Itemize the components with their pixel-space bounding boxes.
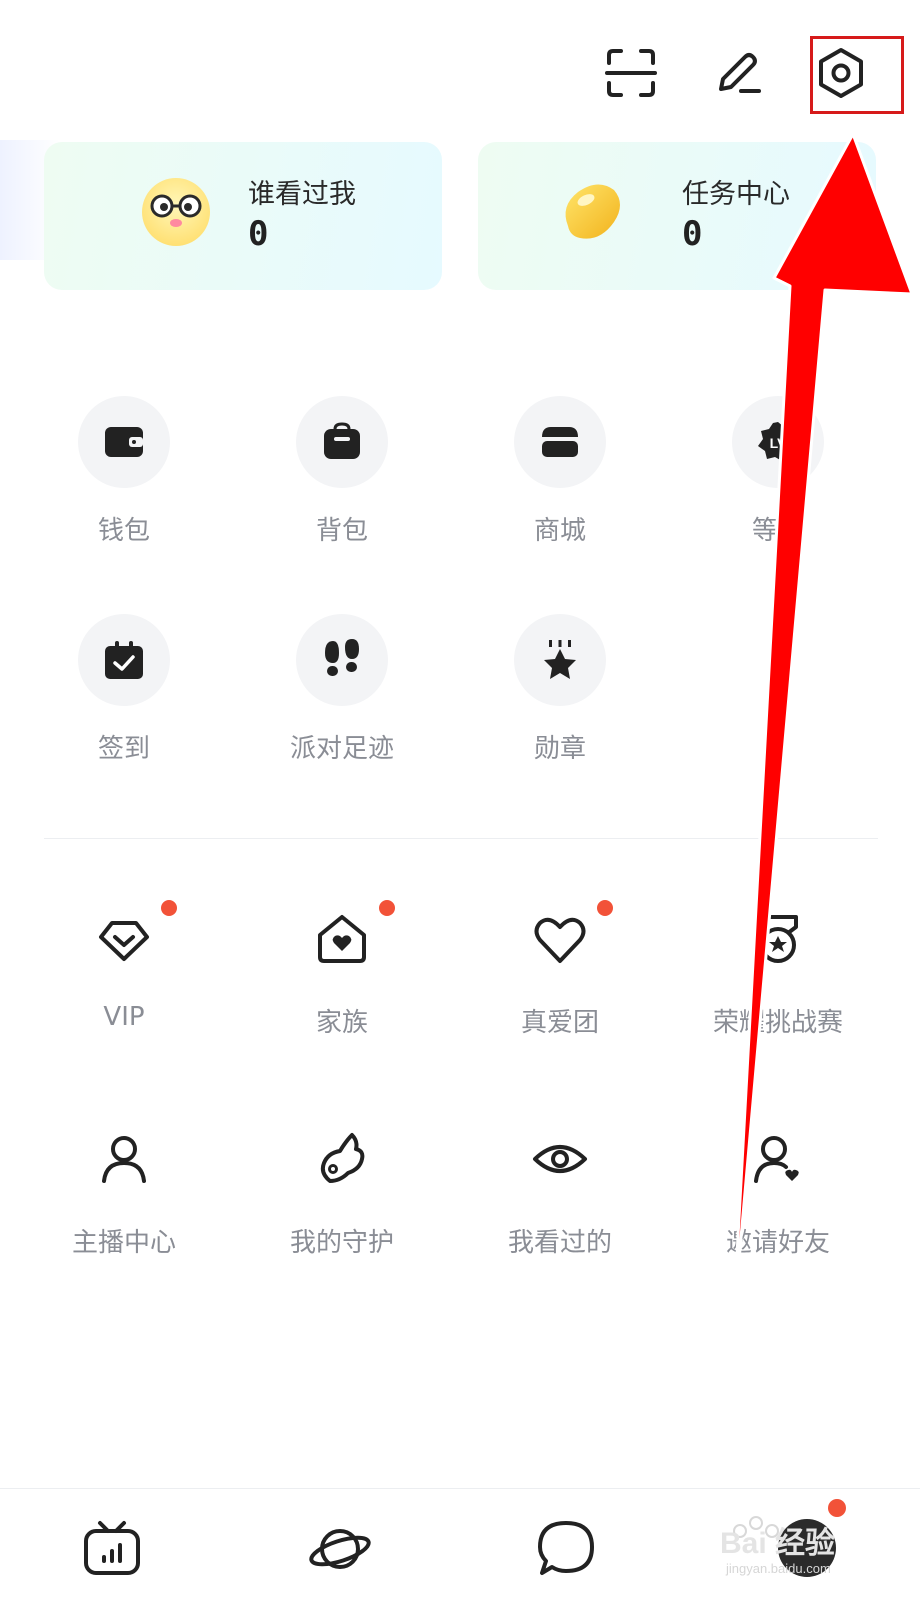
backpack-icon-circle bbox=[296, 396, 388, 488]
glory-challenge-label: 荣耀挑战赛 bbox=[712, 1008, 843, 1038]
party-footprints-item[interactable]: 派对足迹 bbox=[242, 614, 442, 765]
glasses-face-icon bbox=[142, 178, 210, 246]
wing-icon bbox=[320, 1133, 365, 1183]
vip-icon-wrap bbox=[91, 900, 177, 972]
bottom-tab-bar: Bai 经验 jingyan.baidu.com bbox=[0, 1488, 920, 1601]
task-center-card[interactable]: 任务中心 0 bbox=[478, 142, 876, 290]
eye-icon bbox=[533, 1145, 587, 1173]
user-add-icon bbox=[754, 1136, 799, 1183]
baidu-watermark: Bai 经验 jingyan.baidu.com bbox=[720, 1516, 835, 1576]
wallet-icon-circle bbox=[78, 396, 170, 488]
wallet-icon bbox=[105, 427, 143, 457]
pencil-icon bbox=[719, 53, 761, 93]
user-icon bbox=[102, 1136, 146, 1183]
task-center-count: 0 bbox=[682, 214, 703, 254]
family-label: 家族 bbox=[315, 1008, 368, 1038]
house-heart-icon bbox=[318, 915, 366, 963]
settings-highlight-box bbox=[810, 36, 904, 114]
vip-badge-dot bbox=[161, 900, 177, 916]
task-center-title: 任务中心 bbox=[682, 179, 790, 210]
footprints-icon bbox=[325, 639, 359, 676]
glory-challenge-item[interactable]: 荣耀挑战赛 bbox=[678, 906, 878, 1039]
backpack-icon bbox=[324, 422, 360, 459]
anchor-icon-wrap bbox=[91, 1126, 157, 1192]
tab-messages[interactable] bbox=[526, 1509, 606, 1589]
chat-bubble-icon bbox=[538, 1521, 594, 1575]
wallet-label: 钱包 bbox=[97, 516, 150, 546]
who-viewed-me-card[interactable]: 谁看过我 0 bbox=[44, 142, 442, 290]
wallet-item[interactable]: 钱包 bbox=[24, 396, 224, 547]
medal-star-icon bbox=[544, 640, 576, 679]
medal-icon-circle bbox=[514, 614, 606, 706]
section-divider bbox=[44, 838, 878, 839]
viewed-history-item[interactable]: 我看过的 bbox=[460, 1126, 660, 1259]
family-item[interactable]: 家族 bbox=[242, 900, 442, 1039]
tv-icon bbox=[84, 1521, 140, 1575]
watermark-subtext: jingyan.baidu.com bbox=[725, 1561, 831, 1576]
level-item[interactable]: LV 等级 bbox=[678, 396, 878, 547]
store-icon bbox=[542, 427, 578, 457]
medal-label: 勋章 bbox=[533, 734, 586, 764]
viewed-history-label: 我看过的 bbox=[507, 1228, 612, 1258]
family-badge-dot bbox=[379, 900, 395, 916]
backpack-label: 背包 bbox=[315, 516, 368, 546]
backpack-item[interactable]: 背包 bbox=[242, 396, 442, 547]
medal-item[interactable]: 勋章 bbox=[460, 614, 660, 765]
scan-icon bbox=[605, 49, 657, 97]
trophy-badge-icon bbox=[760, 915, 798, 963]
scan-button[interactable] bbox=[598, 40, 664, 106]
tab-discover[interactable] bbox=[300, 1509, 380, 1589]
invite-friends-label: 邀请好友 bbox=[725, 1228, 830, 1258]
checkin-label: 签到 bbox=[97, 734, 150, 764]
true-love-badge-dot bbox=[597, 900, 613, 916]
store-icon-circle bbox=[514, 396, 606, 488]
anchor-center-label: 主播中心 bbox=[71, 1228, 176, 1258]
store-label: 商城 bbox=[533, 516, 586, 546]
glory-icon-wrap bbox=[745, 906, 811, 972]
calendar-check-icon bbox=[105, 641, 143, 679]
store-item[interactable]: 商城 bbox=[460, 396, 660, 547]
heart-icon bbox=[534, 917, 586, 963]
footprints-icon-circle bbox=[296, 614, 388, 706]
planet-icon bbox=[309, 1529, 371, 1569]
diamond-icon bbox=[99, 921, 149, 961]
checkin-icon-circle bbox=[78, 614, 170, 706]
true-love-group-item[interactable]: 真爱团 bbox=[460, 900, 660, 1039]
vip-item[interactable]: VIP bbox=[24, 900, 224, 1032]
svg-text:LV: LV bbox=[770, 435, 788, 451]
true-love-label: 真爱团 bbox=[520, 1008, 599, 1038]
checkin-item[interactable]: 签到 bbox=[24, 614, 224, 765]
level-icon-circle: LV bbox=[732, 396, 824, 488]
true-love-icon-wrap bbox=[527, 900, 613, 972]
tab-live[interactable] bbox=[72, 1509, 152, 1589]
level-lv-icon: LV bbox=[758, 422, 799, 461]
watermark-text: Bai 经验 bbox=[720, 1526, 835, 1560]
edit-button[interactable] bbox=[706, 40, 772, 106]
family-icon-wrap bbox=[309, 900, 395, 972]
guard-icon-wrap bbox=[309, 1126, 375, 1192]
anchor-center-item[interactable]: 主播中心 bbox=[24, 1126, 224, 1259]
top-bar bbox=[0, 0, 920, 140]
party-footprints-label: 派对足迹 bbox=[289, 734, 394, 764]
invite-friends-item[interactable]: 邀请好友 bbox=[678, 1126, 878, 1259]
who-viewed-me-count: 0 bbox=[248, 214, 269, 254]
my-guard-label: 我的守护 bbox=[289, 1228, 394, 1258]
level-label: 等级 bbox=[751, 516, 804, 546]
my-guard-item[interactable]: 我的守护 bbox=[242, 1126, 442, 1259]
vip-label: VIP bbox=[103, 1002, 145, 1032]
gold-bean-icon bbox=[565, 184, 620, 239]
invite-icon-wrap bbox=[745, 1126, 811, 1192]
who-viewed-me-title: 谁看过我 bbox=[248, 179, 356, 210]
viewed-icon-wrap bbox=[527, 1126, 593, 1192]
